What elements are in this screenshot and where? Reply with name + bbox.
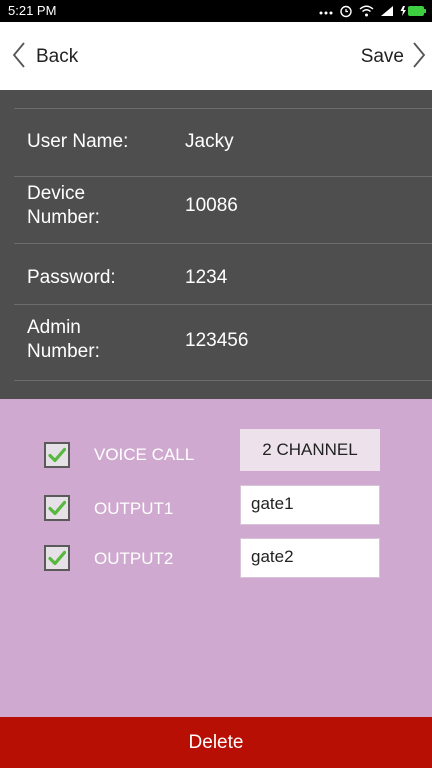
divider bbox=[14, 304, 432, 305]
divider bbox=[14, 380, 432, 381]
header: Back Save bbox=[0, 22, 432, 90]
output1-checkbox[interactable] bbox=[44, 495, 70, 521]
voice-call-channel-select[interactable]: 2 CHANNEL bbox=[240, 429, 380, 471]
divider bbox=[14, 176, 432, 177]
user-name-label: User Name: bbox=[27, 131, 129, 152]
divider bbox=[14, 243, 432, 244]
back-label: Back bbox=[36, 46, 79, 67]
admin-number-label-line1: Admin bbox=[27, 317, 81, 338]
device-info-panel: User Name: Jacky Device Number: 10086 Pa… bbox=[0, 90, 432, 399]
admin-number-value[interactable]: 123456 bbox=[185, 330, 248, 352]
checkmark-icon bbox=[48, 550, 66, 566]
divider bbox=[14, 108, 432, 109]
output1-label: OUTPUT1 bbox=[94, 499, 174, 518]
delete-button[interactable]: Delete bbox=[0, 717, 432, 768]
voice-call-checkbox[interactable] bbox=[44, 442, 70, 468]
device-number-label-line1: Device bbox=[27, 183, 86, 204]
wifi-icon bbox=[359, 5, 374, 17]
chevron-left-icon bbox=[12, 41, 26, 74]
user-name-value[interactable]: Jacky bbox=[185, 131, 234, 153]
output1-name-input[interactable]: gate1 bbox=[240, 485, 380, 525]
chevron-right-icon bbox=[412, 41, 426, 74]
admin-number-label-line2: Number: bbox=[27, 341, 100, 362]
options-panel: VOICE CALL 2 CHANNEL OUTPUT1 gate1 OUTPU… bbox=[0, 399, 432, 717]
alarm-icon bbox=[339, 4, 353, 18]
output2-label: OUTPUT2 bbox=[94, 549, 174, 568]
password-label: Password: bbox=[27, 267, 116, 288]
more-dots-icon bbox=[319, 6, 333, 16]
save-label: Save bbox=[360, 46, 404, 67]
checkmark-icon bbox=[48, 447, 66, 463]
signal-icon bbox=[380, 5, 394, 17]
status-icons bbox=[319, 2, 426, 20]
voice-call-label: VOICE CALL bbox=[94, 445, 195, 464]
output2-name-input[interactable]: gate2 bbox=[240, 538, 380, 578]
back-button[interactable]: Back bbox=[12, 41, 79, 74]
device-number-value[interactable]: 10086 bbox=[185, 195, 238, 217]
checkmark-icon bbox=[48, 500, 66, 516]
status-time: 5:21 PM bbox=[8, 3, 57, 18]
device-number-label-line2: Number: bbox=[27, 207, 100, 228]
output2-checkbox[interactable] bbox=[44, 545, 70, 571]
battery-charging-icon bbox=[400, 5, 426, 17]
status-bar: 5:21 PM bbox=[0, 0, 432, 22]
password-value[interactable]: 1234 bbox=[185, 267, 227, 289]
save-button[interactable]: Save bbox=[360, 41, 426, 74]
